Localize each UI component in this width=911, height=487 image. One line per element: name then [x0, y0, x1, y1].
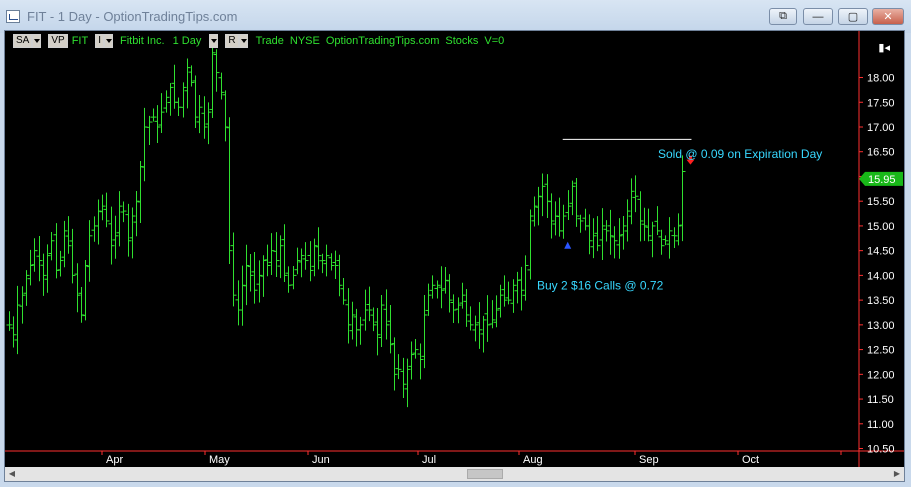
interval-dropdown-icon[interactable] [209, 34, 219, 48]
y-tick-label: 13.00 [867, 320, 895, 332]
interval-label[interactable]: 1 Day [173, 35, 202, 47]
symbol-label[interactable]: FIT [72, 35, 89, 47]
y-tick-label: 10.50 [867, 444, 895, 456]
sa-button[interactable]: SA [13, 34, 33, 48]
data-type-label: Trade [255, 35, 284, 47]
price-chart[interactable]: 18.0017.5017.0016.5016.0015.5015.0014.50… [5, 31, 904, 481]
last-price-label: 15.95 [868, 174, 896, 186]
window-title-bar[interactable]: FIT - 1 Day - OptionTradingTips.com ⧉ — … [0, 0, 911, 33]
y-tick-label: 18.00 [867, 73, 895, 85]
r-button[interactable]: R [225, 34, 239, 48]
x-tick-label: Oct [742, 454, 759, 466]
y-tick-label: 15.50 [867, 196, 895, 208]
y-tick-label: 13.50 [867, 295, 895, 307]
y-tick-label: 11.00 [867, 419, 894, 431]
category-label: Stocks [445, 35, 479, 47]
x-tick-label: Sep [639, 454, 659, 466]
y-tick-label: 12.00 [867, 369, 895, 381]
minimize-icon: — [812, 10, 824, 23]
chart-app-icon [6, 10, 20, 23]
y-tick-label: 15.00 [867, 221, 895, 233]
y-tick-label: 14.00 [867, 270, 895, 282]
sa-dropdown-icon[interactable] [32, 34, 42, 48]
y-tick-label: 17.00 [867, 122, 895, 134]
chart-window: 18.0017.5017.0016.5016.0015.5015.0014.50… [4, 30, 905, 482]
source-label: OptionTradingTips.com [325, 35, 440, 47]
buy-marker [564, 241, 572, 249]
r-dropdown-icon[interactable] [238, 34, 248, 48]
y-tick-label: 12.50 [867, 345, 895, 357]
buy-annotation: Buy 2 $16 Calls @ 0.72 [537, 278, 664, 292]
y-tick-label: 11.50 [867, 394, 894, 406]
maximize-button[interactable]: ▢ [838, 8, 868, 25]
chart-toolbar: SA VP FIT I Fitbit Inc. 1 Day R Trade NY… [13, 33, 504, 49]
x-tick-label: Apr [106, 454, 123, 466]
scrollbar-thumb[interactable] [467, 469, 503, 479]
x-tick-label: Jul [422, 454, 436, 466]
x-tick-label: May [209, 454, 230, 466]
y-tick-label: 17.50 [867, 97, 895, 109]
restore-down-button[interactable]: ⧉ [769, 8, 797, 25]
i-dropdown-icon[interactable] [103, 34, 113, 48]
company-name: Fitbit Inc. [119, 35, 165, 47]
x-tick-label: Jun [312, 454, 330, 466]
vp-button[interactable]: VP [48, 34, 68, 48]
restore-icon: ⧉ [779, 10, 787, 22]
window-title: FIT - 1 Day - OptionTradingTips.com [27, 9, 238, 24]
sold-annotation: Sold @ 0.09 on Expiration Day [658, 147, 822, 161]
close-button[interactable]: ✕ [872, 8, 904, 25]
scroll-right-icon[interactable]: ▶ [891, 469, 903, 479]
horizontal-scrollbar[interactable]: ◀ ▶ [5, 467, 904, 481]
scale-toggle-icon[interactable]: ▮◂ [878, 41, 890, 54]
y-tick-label: 16.50 [867, 147, 895, 159]
volume-label: V=0 [484, 35, 505, 47]
exchange-label: NYSE [289, 35, 320, 47]
close-icon: ✕ [883, 11, 893, 23]
maximize-icon: ▢ [847, 11, 859, 23]
y-tick-label: 14.50 [867, 246, 895, 258]
scroll-left-icon[interactable]: ◀ [6, 469, 18, 479]
i-button[interactable]: I [95, 34, 104, 48]
minimize-button[interactable]: — [803, 8, 833, 25]
x-tick-label: Aug [523, 454, 543, 466]
